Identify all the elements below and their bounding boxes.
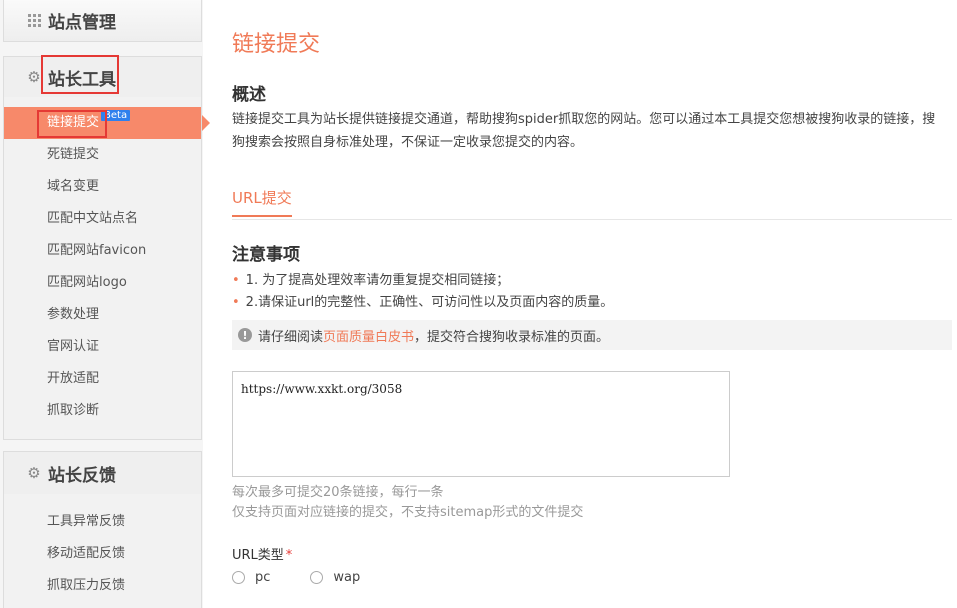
sidebar-item-label: 开放适配 (47, 371, 100, 386)
notes-list: • 1. 为了提高处理效率请勿重复提交相同链接； • 2.请保证url的完整性、正确… (232, 270, 613, 314)
tip-prefix: 请仔细阅读 (258, 329, 324, 345)
tip-banner: ! 请仔细阅读 页面质量白皮书 ，提交符合搜狗收录标准的页面。 (232, 320, 952, 350)
sidebar-item-mobile-adapt-feedback[interactable]: 移动适配反馈 (4, 538, 201, 570)
sidebar-item-label: 参数处理 (47, 307, 100, 322)
sidebar-item-dead-link-submit[interactable]: 死链提交 (4, 139, 201, 171)
webmaster-feedback-nav: 工具异常反馈 移动适配反馈 抓取压力反馈 (4, 494, 201, 608)
url-type-label: URL类型 * (232, 544, 292, 563)
overview-text: 链接提交工具为站长提供链接提交通道，帮助搜狗spider抓取您的网站。您可以通过… (232, 112, 936, 150)
hint-line-1: 每次最多可提交20条链接，每行一条 (232, 485, 444, 500)
radio-circle[interactable] (310, 571, 324, 584)
site-management-header[interactable]: 站点管理 (4, 0, 201, 41)
panel-webmaster-tools: ⚙ 站长工具 链接提交 Beta 死链提交 域名变更 匹配中文站点名 匹配网站fa… (3, 56, 210, 440)
radio-label: wap (333, 570, 361, 585)
page-title: 链接提交 (232, 32, 321, 57)
notes-title: 注意事项 (232, 245, 300, 265)
sidebar-item-label: 官网认证 (47, 339, 100, 354)
sidebar-item-label: 链接提交 (47, 115, 100, 130)
sidebar-item-link-submit[interactable]: 链接提交 Beta (4, 107, 210, 139)
sidebar-item-label: 抓取压力反馈 (47, 578, 126, 593)
sidebar-item-chinese-site-name[interactable]: 匹配中文站点名 (4, 203, 201, 235)
url-type-radio-group: pc wap (232, 570, 400, 585)
webmaster-tools-title: 站长工具 (48, 69, 116, 90)
beta-badge: Beta (101, 110, 131, 121)
sidebar-item-tool-error-feedback[interactable]: 工具异常反馈 (4, 506, 201, 538)
bullet-icon: • (232, 295, 240, 310)
note-text: 2.请保证url的完整性、正确性、可访问性以及页面内容的质量。 (245, 295, 614, 310)
sidebar-item-label: 死链提交 (47, 147, 100, 162)
submit-hint: 每次最多可提交20条链接，每行一条 仅支持页面对应链接的提交，不支持sitema… (232, 483, 583, 523)
site-management-title: 站点管理 (48, 12, 116, 33)
sidebar-item-domain-change[interactable]: 域名变更 (4, 171, 201, 203)
grid-icon (26, 12, 42, 28)
note-item: • 1. 为了提高处理效率请勿重复提交相同链接； (232, 270, 613, 292)
sidebar-item-label: 匹配中文站点名 (47, 211, 139, 226)
gear-icon: ⚙ (27, 67, 41, 86)
sidebar-item-open-adapt[interactable]: 开放适配 (4, 363, 201, 395)
overview-title: 概述 (232, 85, 266, 105)
sidebar-item-label: 匹配网站favicon (47, 243, 147, 258)
webmaster-tools-header[interactable]: ⚙ 站长工具 (4, 57, 201, 97)
sidebar-item-label: 匹配网站logo (47, 275, 127, 290)
whitepaper-link[interactable]: 页面质量白皮书 (323, 326, 414, 345)
radio-label: pc (255, 570, 271, 585)
tip-suffix: ，提交符合搜狗收录标准的页面。 (414, 329, 610, 345)
sidebar-item-favicon[interactable]: 匹配网站favicon (4, 235, 201, 267)
sidebar-item-label: 抓取诊断 (47, 403, 100, 418)
webmaster-tools-nav: 链接提交 Beta 死链提交 域名变更 匹配中文站点名 匹配网站favicon 匹… (4, 97, 210, 435)
sidebar-item-logo[interactable]: 匹配网站logo (4, 267, 201, 299)
sidebar-item-label: 工具异常反馈 (47, 514, 126, 529)
note-text: 1. 为了提高处理效率请勿重复提交相同链接； (245, 273, 510, 288)
sidebar-item-label: 移动适配反馈 (47, 546, 126, 561)
radio-pc[interactable]: pc (232, 570, 270, 585)
hint-line-2: 仅支持页面对应链接的提交，不支持sitemap形式的文件提交 (232, 505, 584, 520)
note-item: • 2.请保证url的完整性、正确性、可访问性以及页面内容的质量。 (232, 292, 613, 314)
bullet-icon: • (232, 273, 240, 288)
sidebar-item-param-handling[interactable]: 参数处理 (4, 299, 201, 331)
radio-wap[interactable]: wap (310, 570, 360, 585)
radio-circle[interactable] (232, 571, 245, 584)
panel-webmaster-feedback: ⚙ 站长反馈 工具异常反馈 移动适配反馈 抓取压力反馈 (3, 451, 202, 608)
webmaster-feedback-title: 站长反馈 (48, 465, 116, 486)
panel-site-management: 站点管理 (3, 0, 202, 42)
tab-url-submit[interactable]: URL提交 (232, 187, 292, 217)
url-input[interactable]: https://www.xxkt.org/3058 (232, 371, 730, 477)
sidebar-item-official-cert[interactable]: 官网认证 (4, 331, 201, 363)
sidebar: 站点管理 ⚙ 站长工具 链接提交 Beta 死链提交 域名变更 匹配中文站点名 匹… (0, 0, 210, 608)
required-mark: * (285, 548, 293, 563)
webmaster-feedback-header[interactable]: ⚙ 站长反馈 (4, 452, 201, 494)
main-content: 链接提交 概述 链接提交工具为站长提供链接提交通道，帮助搜狗spider抓取您的… (203, 0, 957, 608)
tab-divider (232, 219, 952, 220)
warning-icon: ! (238, 328, 252, 342)
url-type-label-text: URL类型 (232, 548, 284, 563)
sidebar-item-crawl-pressure-feedback[interactable]: 抓取压力反馈 (4, 570, 201, 602)
sidebar-item-label: 域名变更 (47, 179, 100, 194)
gear-icon: ⚙ (27, 463, 41, 482)
sidebar-item-crawl-diagnose[interactable]: 抓取诊断 (4, 395, 201, 427)
